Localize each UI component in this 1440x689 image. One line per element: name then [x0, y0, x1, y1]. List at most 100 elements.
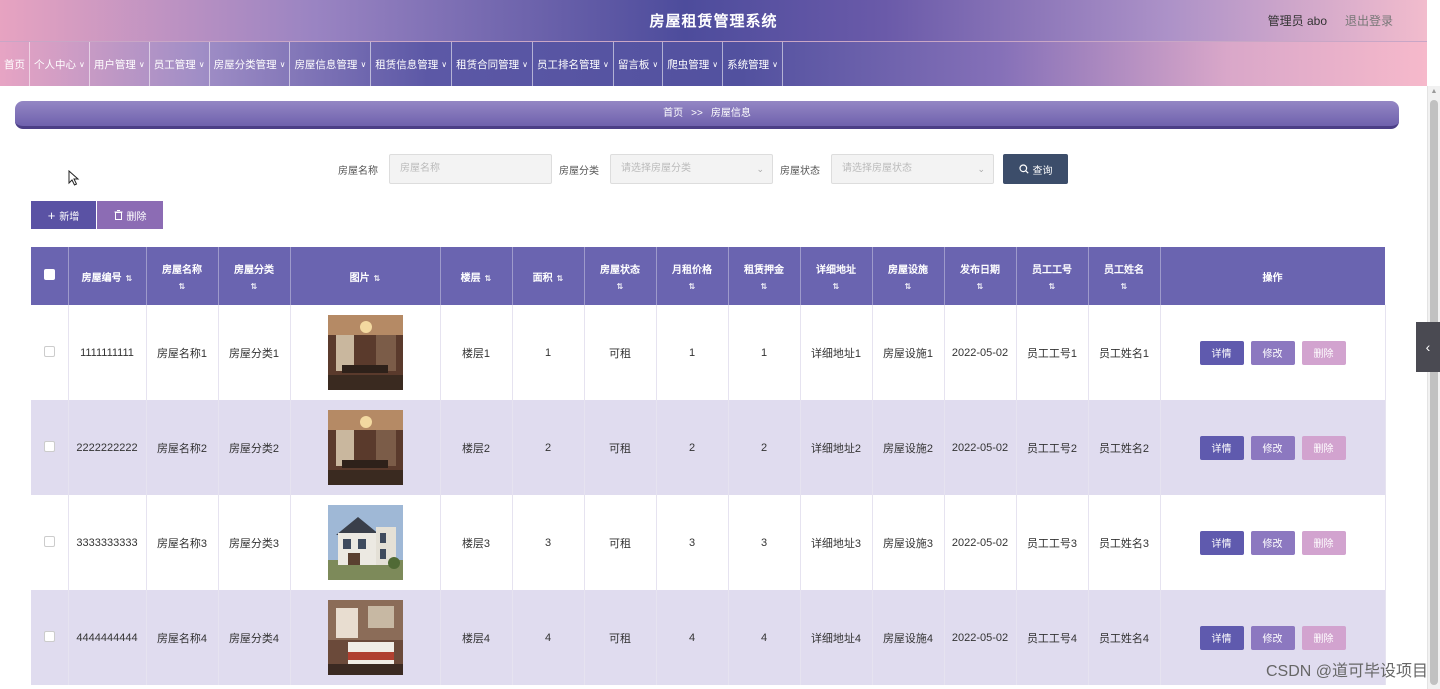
detail-button[interactable]: 详情: [1199, 435, 1244, 460]
cell-area: 3: [512, 495, 585, 590]
sort-icon[interactable]: ⇅: [1093, 282, 1156, 291]
cell-emp_no: 员工工号4: [1016, 590, 1089, 685]
nav-item-8[interactable]: 员工排名管理 ∨: [533, 42, 614, 86]
row-checkbox[interactable]: [43, 345, 55, 357]
house-name-placeholder: 房屋名称: [400, 163, 440, 174]
delete-button[interactable]: 删除: [1301, 340, 1346, 365]
column-header-0[interactable]: 房屋编号 ⇅: [68, 247, 147, 305]
sort-icon[interactable]: ⇅: [661, 282, 724, 291]
house-category-label: 房屋分类: [559, 166, 599, 177]
search-bar: 房屋名称 房屋名称 房屋分类 请选择房屋分类 ⌄ 房屋状态 请选择房屋状态 ⌄ …: [0, 154, 1427, 184]
cell-value: 可租: [609, 347, 631, 360]
sort-icon[interactable]: ⇅: [557, 274, 564, 283]
cell-floor: 楼层3: [440, 495, 513, 590]
column-header-7[interactable]: 月租价格 ⇅: [656, 247, 729, 305]
house-name-input[interactable]: 房屋名称: [389, 154, 552, 184]
breadcrumb-home[interactable]: 首页: [663, 108, 683, 119]
nav-item-4[interactable]: 房屋分类管理 ∨: [210, 42, 291, 86]
cell-value: 员工姓名2: [1098, 442, 1150, 455]
cell-value: 详细地址2: [810, 442, 862, 455]
nav-item-9[interactable]: 留言板 ∨: [614, 42, 664, 86]
nav-item-6[interactable]: 租赁信息管理 ∨: [371, 42, 453, 86]
query-button[interactable]: 查询: [1003, 154, 1068, 184]
nav-item-7[interactable]: 租赁合同管理 ∨: [452, 42, 534, 86]
nav-item-0[interactable]: 首页: [0, 42, 30, 86]
side-panel-toggle[interactable]: ‹: [1416, 322, 1440, 372]
nav-item-11[interactable]: 系统管理 ∨: [723, 42, 783, 86]
column-header-12[interactable]: 员工工号 ⇅: [1016, 247, 1089, 305]
column-header-11[interactable]: 发布日期 ⇅: [944, 247, 1017, 305]
cell-value: 4: [544, 631, 552, 644]
table-row: 1111111111 房屋名称1 房屋分类1 楼层1 1 可租 1 1 详细地址1 房屋设施1 20…: [31, 305, 1386, 400]
column-header-label: 房屋状态: [600, 265, 640, 276]
column-header-10[interactable]: 房屋设施 ⇅: [872, 247, 945, 305]
nav-item-10[interactable]: 爬虫管理 ∨: [663, 42, 724, 86]
sort-icon[interactable]: ⇅: [805, 282, 868, 291]
cell-date: 2022-05-02: [944, 305, 1017, 400]
logout-link[interactable]: 退出登录: [1345, 12, 1393, 29]
nav-item-3[interactable]: 员工管理 ∨: [150, 42, 210, 86]
trash-icon: [114, 210, 122, 220]
nav-item-1[interactable]: 个人中心 ∨: [30, 42, 90, 86]
cell-status: 可租: [584, 495, 657, 590]
nav-item-2[interactable]: 用户管理 ∨: [90, 42, 150, 86]
select-all-checkbox[interactable]: [43, 269, 55, 280]
chevron-down-icon: ∨: [441, 59, 448, 69]
batch-delete-button[interactable]: 删除: [97, 201, 163, 229]
cell-value: 1: [760, 346, 768, 359]
row-checkbox[interactable]: [43, 630, 55, 642]
edit-button[interactable]: 修改: [1250, 530, 1295, 555]
cell-value: 房屋设施4: [882, 632, 934, 645]
row-checkbox[interactable]: [43, 535, 55, 547]
column-header-1[interactable]: 房屋名称 ⇅: [146, 247, 219, 305]
sort-icon[interactable]: ⇅: [485, 274, 492, 283]
column-header-6[interactable]: 房屋状态 ⇅: [584, 247, 657, 305]
column-header-13[interactable]: 员工姓名 ⇅: [1088, 247, 1161, 305]
cell-name: 房屋名称4: [146, 590, 219, 685]
detail-button[interactable]: 详情: [1199, 340, 1244, 365]
sort-icon[interactable]: ⇅: [151, 282, 214, 291]
row-checkbox[interactable]: [43, 440, 55, 452]
detail-button[interactable]: 详情: [1199, 625, 1244, 650]
delete-button[interactable]: 删除: [1301, 625, 1346, 650]
column-header-5[interactable]: 面积 ⇅: [512, 247, 585, 305]
column-header-label: 操作: [1262, 272, 1283, 284]
scroll-thumb[interactable]: [1430, 100, 1438, 685]
scroll-up-arrow-icon[interactable]: ▲: [1428, 86, 1440, 98]
chevron-down-icon: ∨: [772, 59, 778, 69]
column-header-9[interactable]: 详细地址 ⇅: [800, 247, 873, 305]
delete-button[interactable]: 删除: [1301, 530, 1346, 555]
sort-icon[interactable]: ⇅: [589, 282, 652, 291]
nav-item-5[interactable]: 房屋信息管理 ∨: [290, 42, 372, 86]
delete-button[interactable]: 删除: [1301, 435, 1346, 460]
sort-icon[interactable]: ⇅: [126, 274, 133, 283]
column-header-3[interactable]: 图片 ⇅: [290, 247, 441, 305]
detail-button[interactable]: 详情: [1199, 530, 1244, 555]
column-header-2[interactable]: 房屋分类 ⇅: [218, 247, 291, 305]
cell-date: 2022-05-02: [944, 590, 1017, 685]
sort-icon[interactable]: ⇅: [374, 274, 381, 283]
nav-item-label: 爬虫管理: [667, 58, 710, 71]
cell-image: [290, 305, 441, 400]
column-header-8[interactable]: 租赁押金 ⇅: [728, 247, 801, 305]
sort-icon[interactable]: ⇅: [1021, 282, 1084, 291]
edit-button[interactable]: 修改: [1250, 435, 1295, 460]
column-header-14: 操作: [1160, 247, 1386, 305]
sort-icon[interactable]: ⇅: [733, 282, 796, 291]
edit-button[interactable]: 修改: [1250, 625, 1295, 650]
row-select-cell: [31, 400, 69, 495]
house-status-select[interactable]: 请选择房屋状态 ⌄: [831, 154, 994, 184]
cell-value: 可租: [609, 537, 631, 550]
chevron-down-icon: ∨: [138, 59, 145, 69]
cell-value: 3: [760, 536, 768, 549]
column-header-4[interactable]: 楼层 ⇅: [440, 247, 513, 305]
sort-icon[interactable]: ⇅: [949, 282, 1012, 291]
vertical-scrollbar[interactable]: ▲: [1427, 86, 1440, 689]
house-category-select[interactable]: 请选择房屋分类 ⌄: [610, 154, 773, 184]
cell-value: 房屋分类4: [228, 632, 280, 645]
edit-button[interactable]: 修改: [1250, 340, 1295, 365]
add-button[interactable]: + 新增: [31, 201, 96, 229]
sort-icon[interactable]: ⇅: [877, 282, 940, 291]
sort-icon[interactable]: ⇅: [223, 282, 286, 291]
cell-actions: 详情 修改 删除: [1160, 305, 1386, 400]
